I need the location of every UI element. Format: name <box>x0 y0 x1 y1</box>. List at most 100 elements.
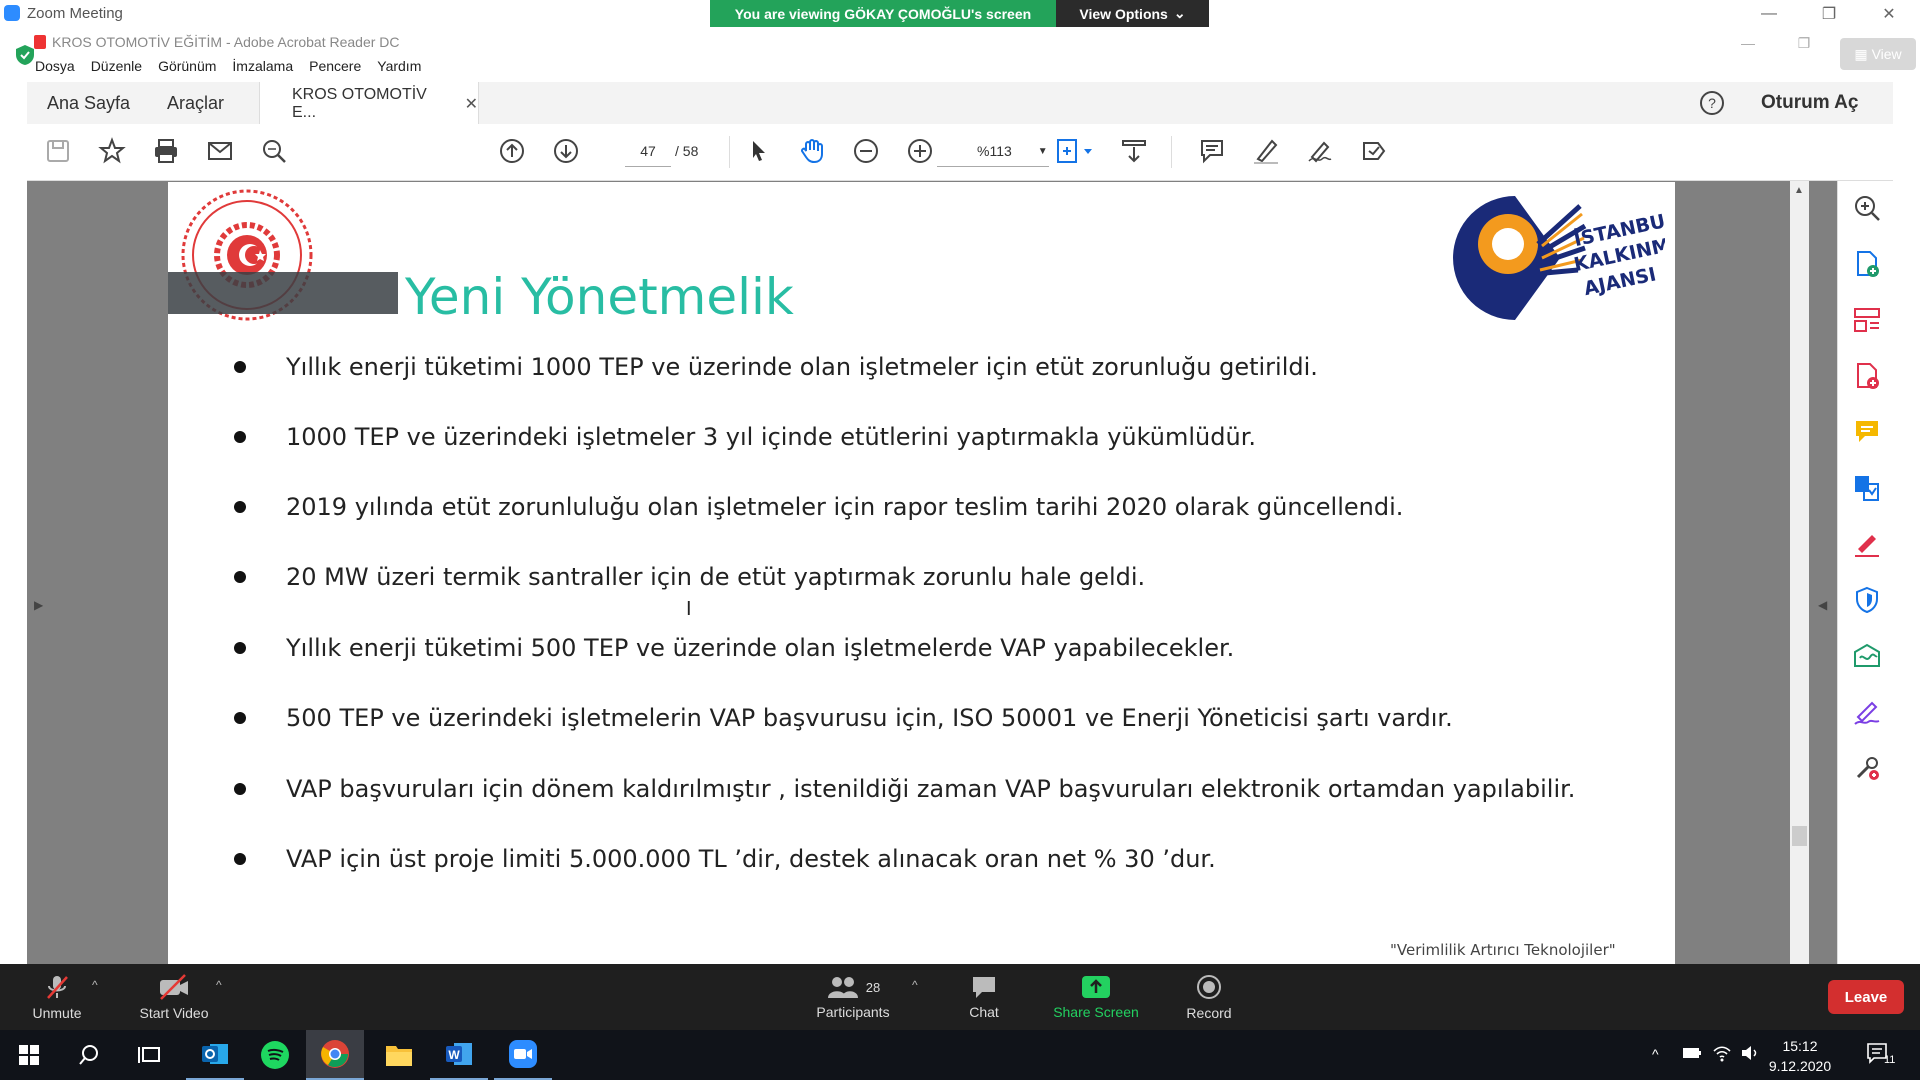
left-panel-toggle-icon[interactable]: ▶ <box>34 598 43 612</box>
slide-bullet: 2019 yılında etüt zorunluluğu olan işlet… <box>234 487 1403 527</box>
minimize-button[interactable]: — <box>1746 0 1792 28</box>
bookmark-star-icon[interactable] <box>95 134 129 168</box>
magnify-icon[interactable] <box>1852 193 1882 223</box>
menu-imzalama[interactable]: İmzalama <box>224 58 301 80</box>
select-cursor-icon[interactable] <box>741 134 775 168</box>
acrobat-window-title: KROS OTOMOTİV EĞİTİM - Adobe Acrobat Rea… <box>52 34 400 50</box>
zoom-view-button[interactable]: ▦ View <box>1840 38 1916 70</box>
title-decoration-bar <box>168 272 398 314</box>
hand-tool-icon[interactable] <box>795 134 829 168</box>
text-cursor-icon: I <box>686 598 692 620</box>
scrollbar-thumb[interactable] <box>1792 826 1807 846</box>
acrobat-restore-button[interactable]: ❐ <box>1784 33 1824 53</box>
wifi-icon[interactable] <box>1712 1044 1732 1062</box>
show-hidden-icons-icon[interactable]: ^ <box>1652 1046 1659 1062</box>
battery-icon[interactable] <box>1682 1046 1702 1060</box>
scroll-up-icon[interactable]: ▲ <box>1794 185 1804 196</box>
slide-footer: "Verimlilik Artırıcı Teknolojiler" <box>1390 941 1616 959</box>
fill-sign-icon[interactable] <box>1852 529 1882 559</box>
right-panel-toggle-icon[interactable]: ◀ <box>1818 598 1827 612</box>
highlight-pen-icon[interactable] <box>1249 134 1283 168</box>
menu-pencere[interactable]: Pencere <box>301 58 369 80</box>
chat-button[interactable]: Chat <box>954 964 1014 1030</box>
chat-icon <box>973 977 995 998</box>
file-explorer-icon[interactable] <box>370 1030 428 1080</box>
task-view-icon[interactable] <box>120 1030 178 1080</box>
zoom-out-icon[interactable] <box>849 134 883 168</box>
print-icon[interactable] <box>149 134 183 168</box>
participants-chevron-icon[interactable]: ^ <box>912 978 918 992</box>
windows-start-icon[interactable] <box>0 1030 58 1080</box>
bullet-dot <box>234 783 246 795</box>
bullet-dot <box>234 853 246 865</box>
convert-icon[interactable] <box>1852 473 1882 503</box>
fit-page-icon[interactable] <box>1049 134 1099 168</box>
zoom-in-icon[interactable] <box>903 134 937 168</box>
zoom-meeting-controls: Unmute ^ Start Video ^ 28 Participants ^… <box>0 964 1920 1030</box>
bullet-text: 500 TEP ve üzerindeki işletmelerin VAP b… <box>286 704 1453 732</box>
tab-home[interactable]: Ana Sayfa <box>47 82 130 124</box>
bullet-dot <box>234 712 246 724</box>
close-tab-icon[interactable]: ✕ <box>465 94 478 114</box>
slide-bullet: Yıllık enerji tüketimi 500 TEP ve üzerin… <box>234 628 1234 668</box>
spotify-app-icon[interactable] <box>246 1030 304 1080</box>
participants-button[interactable]: 28 Participants <box>808 964 898 1030</box>
taskbar-search-icon[interactable] <box>60 1030 118 1080</box>
menu-dosya[interactable]: Dosya <box>27 58 83 80</box>
comment-icon[interactable] <box>1195 134 1229 168</box>
chevron-down-icon: ⌄ <box>1173 5 1186 21</box>
more-tools-wrench-icon[interactable] <box>1852 753 1882 783</box>
video-options-chevron-icon[interactable]: ^ <box>216 978 222 992</box>
system-clock[interactable]: 15:12 9.12.2020 <box>1760 1036 1840 1076</box>
word-app-icon[interactable]: W <box>430 1030 488 1080</box>
menu-duzenle[interactable]: Düzenle <box>83 58 150 80</box>
windows-taskbar: W ^ 11 <box>0 1030 1920 1080</box>
participants-count: 28 <box>865 979 881 995</box>
help-icon[interactable]: ? <box>1699 90 1725 116</box>
restore-button[interactable]: ❐ <box>1806 0 1852 28</box>
menu-gorunum[interactable]: Görünüm <box>150 58 224 80</box>
bullet-dot <box>234 571 246 583</box>
previous-page-icon[interactable] <box>495 134 529 168</box>
page-number-input[interactable]: 47 <box>625 136 671 167</box>
close-button[interactable]: ✕ <box>1866 0 1912 28</box>
save-icon[interactable] <box>41 134 75 168</box>
email-icon[interactable] <box>203 134 237 168</box>
acrobat-minimize-button[interactable]: — <box>1728 33 1768 53</box>
audio-options-chevron-icon[interactable]: ^ <box>92 978 98 992</box>
muted-microphone-icon <box>47 976 68 999</box>
start-video-button[interactable]: Start Video <box>130 964 218 1030</box>
svg-text:?: ? <box>1708 95 1716 111</box>
zoom-app-taskbar-icon[interactable] <box>494 1030 552 1080</box>
sign-in-button[interactable]: Oturum Aç <box>1761 82 1858 124</box>
window-edge <box>1893 82 1920 964</box>
outlook-app-icon[interactable] <box>186 1030 244 1080</box>
vertical-scrollbar[interactable]: ▲ <box>1790 181 1809 964</box>
zoom-level-select[interactable]: %113 ▼ <box>937 136 1049 167</box>
protect-shield-icon[interactable] <box>1852 585 1882 615</box>
more-tools-icon[interactable] <box>1357 134 1391 168</box>
tab-tools[interactable]: Araçlar <box>167 82 224 124</box>
create-pdf-icon[interactable] <box>1852 361 1882 391</box>
tab-document[interactable]: KROS OTOMOTİV E... ✕ <box>259 82 479 125</box>
next-page-icon[interactable] <box>549 134 583 168</box>
unmute-button[interactable]: Unmute <box>20 964 94 1030</box>
menu-yardim[interactable]: Yardım <box>369 58 429 80</box>
sign-icon[interactable] <box>1303 134 1337 168</box>
comment-tool-icon[interactable] <box>1852 417 1882 447</box>
bullet-dot <box>234 642 246 654</box>
view-options-button[interactable]: View Options ⌄ <box>1056 0 1209 27</box>
volume-icon[interactable] <box>1740 1044 1760 1062</box>
share-screen-button[interactable]: Share Screen <box>1046 964 1146 1030</box>
edit-pen-icon[interactable] <box>1852 697 1882 727</box>
search-icon[interactable] <box>257 134 291 168</box>
notification-count: 11 <box>1884 1054 1896 1066</box>
record-button[interactable]: Record <box>1174 964 1244 1030</box>
export-pdf-icon[interactable] <box>1852 249 1882 279</box>
organize-pages-icon[interactable] <box>1852 305 1882 335</box>
leave-meeting-button[interactable]: Leave <box>1828 980 1904 1014</box>
chrome-app-icon[interactable] <box>306 1030 364 1080</box>
scroll-mode-icon[interactable] <box>1117 134 1151 168</box>
send-for-signature-icon[interactable] <box>1852 641 1882 671</box>
bullet-text: Yıllık enerji tüketimi 500 TEP ve üzerin… <box>286 634 1235 662</box>
